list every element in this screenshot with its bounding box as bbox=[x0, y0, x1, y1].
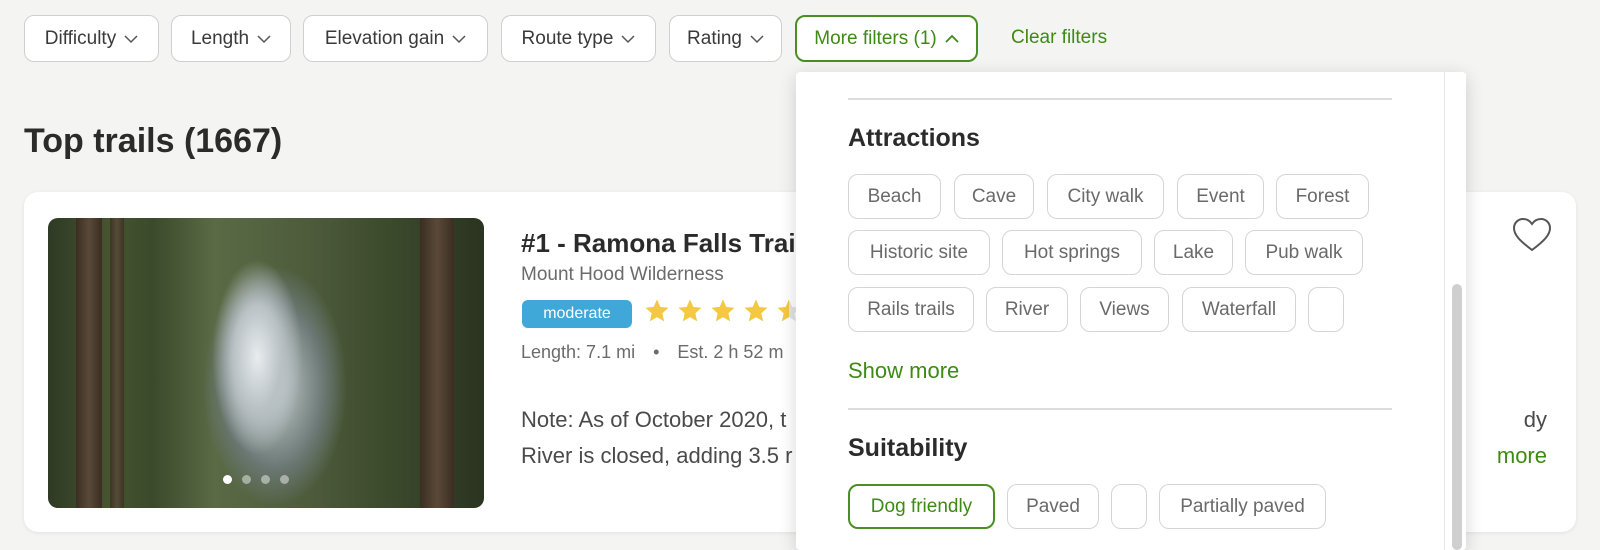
chevron-down-icon bbox=[257, 34, 271, 43]
trail-photo[interactable] bbox=[48, 218, 484, 508]
attraction-chip[interactable]: Rails trails bbox=[848, 287, 974, 332]
attraction-chip[interactable]: Forest bbox=[1276, 174, 1369, 219]
filter-label: Elevation gain bbox=[324, 27, 445, 49]
filter-label: More filters (1) bbox=[814, 27, 937, 49]
rating-stars bbox=[644, 298, 802, 324]
attraction-chip[interactable]: Views bbox=[1080, 287, 1169, 332]
filter-bar: Difficulty Length Elevation gain Route t… bbox=[0, 0, 1600, 80]
attraction-chip[interactable]: Beach bbox=[848, 174, 941, 219]
chevron-down-icon bbox=[124, 34, 138, 43]
trail-note: Note: As of October 2020, t River is clo… bbox=[521, 402, 821, 474]
read-more-link[interactable]: more bbox=[1467, 438, 1547, 474]
clear-filters-link[interactable]: Clear filters bbox=[1011, 27, 1107, 49]
attraction-chip[interactable]: Cave bbox=[954, 174, 1034, 219]
stat-separator: • bbox=[653, 342, 660, 362]
attraction-chip[interactable]: Hot springs bbox=[1002, 230, 1142, 275]
dropdown-scrollbar-thumb[interactable] bbox=[1452, 284, 1462, 550]
attraction-chip[interactable]: River bbox=[986, 287, 1068, 332]
trail-stats: Length: 7.1 mi • Est. 2 h 52 m bbox=[521, 342, 783, 363]
carousel-dot[interactable] bbox=[242, 475, 251, 484]
star-full-icon bbox=[645, 299, 669, 322]
suitability-chip-selected[interactable]: Dog friendly bbox=[848, 484, 995, 529]
suitability-chip[interactable] bbox=[1111, 484, 1147, 529]
attraction-chip[interactable] bbox=[1308, 287, 1344, 332]
chevron-up-icon bbox=[945, 34, 959, 43]
star-full-icon bbox=[711, 299, 735, 322]
carousel-dot[interactable] bbox=[223, 475, 232, 484]
chevron-down-icon bbox=[621, 34, 635, 43]
divider bbox=[848, 98, 1392, 100]
tree-trunk bbox=[110, 218, 124, 508]
elevation-gain-filter-button[interactable]: Elevation gain bbox=[303, 15, 488, 62]
suitability-chip[interactable]: Paved bbox=[1007, 484, 1099, 529]
suitability-title: Suitability bbox=[848, 434, 968, 462]
attraction-chip[interactable]: Waterfall bbox=[1182, 287, 1296, 332]
difficulty-filter-button[interactable]: Difficulty bbox=[24, 15, 159, 62]
filter-label: Route type bbox=[521, 27, 614, 49]
carousel-dot[interactable] bbox=[280, 475, 289, 484]
show-more-link[interactable]: Show more bbox=[848, 358, 959, 384]
trail-est-time: Est. 2 h 52 m bbox=[677, 342, 784, 362]
route-type-filter-button[interactable]: Route type bbox=[501, 15, 656, 62]
filter-label: Length bbox=[190, 27, 250, 49]
difficulty-badge: moderate bbox=[522, 300, 632, 328]
photo-carousel-dots[interactable] bbox=[223, 475, 289, 484]
attraction-chip[interactable]: Event bbox=[1177, 174, 1264, 219]
heart-icon[interactable] bbox=[1512, 217, 1552, 253]
trail-note-line: dy bbox=[1523, 407, 1547, 432]
page-title: Top trails (1667) bbox=[24, 122, 283, 160]
star-full-icon bbox=[678, 299, 702, 322]
more-filters-button[interactable]: More filters (1) bbox=[795, 15, 978, 62]
carousel-dot[interactable] bbox=[261, 475, 270, 484]
trail-note-line: River is closed, adding 3.5 r bbox=[521, 443, 793, 468]
star-full-icon bbox=[744, 299, 768, 322]
more-filters-dropdown: Attractions Beach Cave City walk Event F… bbox=[796, 72, 1466, 550]
suitability-chip[interactable]: Partially paved bbox=[1159, 484, 1326, 529]
attraction-chip[interactable]: City walk bbox=[1047, 174, 1164, 219]
rating-filter-button[interactable]: Rating bbox=[669, 15, 782, 62]
chevron-down-icon bbox=[750, 34, 764, 43]
trail-note-line: Note: As of October 2020, t bbox=[521, 407, 787, 432]
trail-area[interactable]: Mount Hood Wilderness bbox=[521, 264, 724, 286]
filter-label: Rating bbox=[687, 27, 742, 49]
trail-title[interactable]: #1 - Ramona Falls Trail bbox=[521, 228, 803, 259]
length-filter-button[interactable]: Length bbox=[171, 15, 291, 62]
attraction-chip[interactable]: Lake bbox=[1154, 230, 1233, 275]
attraction-chip[interactable]: Pub walk bbox=[1245, 230, 1363, 275]
chevron-down-icon bbox=[452, 34, 466, 43]
tree-trunk bbox=[420, 218, 454, 508]
filter-label: Difficulty bbox=[44, 27, 117, 49]
trail-note-right: dy more bbox=[1467, 402, 1547, 474]
tree-trunk bbox=[76, 218, 102, 508]
attractions-title: Attractions bbox=[848, 124, 980, 152]
divider bbox=[848, 408, 1392, 410]
trail-length: Length: 7.1 mi bbox=[521, 342, 636, 362]
attraction-chip[interactable]: Historic site bbox=[848, 230, 990, 275]
